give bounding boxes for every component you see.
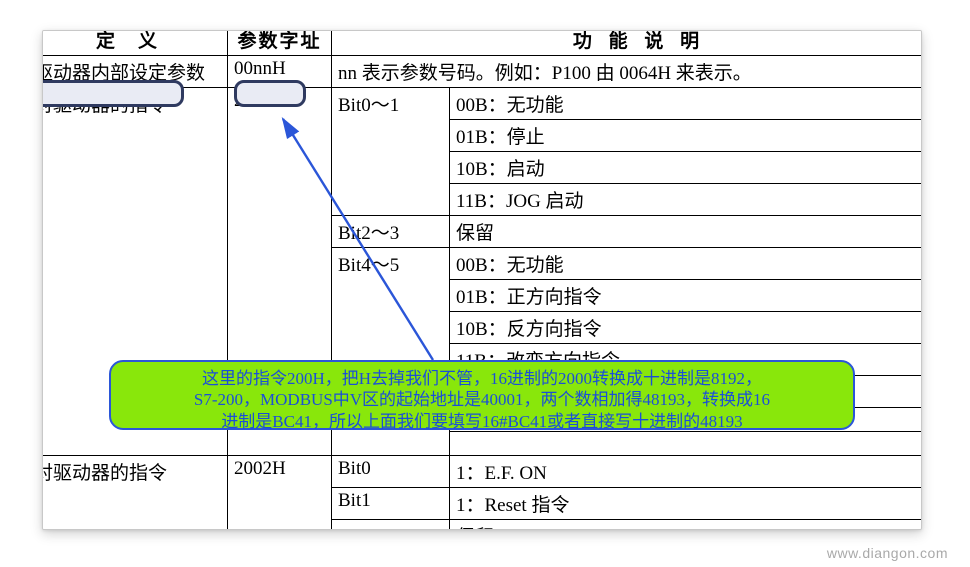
cell-desc: 1：Reset 指令 — [450, 488, 923, 520]
table-row: 对驱动器的指令 2000H Bit0～1 00B：无功能 — [42, 88, 922, 120]
table-row: 对驱动器的指令 2002H Bit0 1：E.F. ON — [42, 456, 922, 488]
header-definition: 定 义 — [42, 30, 228, 56]
cell-bit: Bit1 — [332, 488, 450, 520]
cell-desc: 01B：停止 — [450, 120, 923, 152]
table-row: 驱动器内部设定参数 00nnH nn 表示参数号码。例如：P100 由 0064… — [42, 56, 922, 88]
watermark-text: www.diangon.com — [827, 545, 948, 561]
cell-desc: 10B：反方向指令 — [450, 312, 923, 344]
cell-desc: 00B：无功能 — [450, 88, 923, 120]
cell-def: 对驱动器的指令 — [42, 456, 228, 531]
cell-desc: 01B：正方向指令 — [450, 280, 923, 312]
cell-bit: Bit2～15 — [332, 520, 450, 531]
cell-bit: Bit2～3 — [332, 216, 450, 248]
callout-line: S7-200，MODBUS中V区的起始地址是40001，两个数相加得48193，… — [123, 389, 841, 410]
callout-line: 这里的指令200H，把H去掉我们不管，16进制的2000转换成十进制是8192， — [123, 368, 841, 389]
cell-addr: 2002H — [228, 456, 332, 531]
cell-desc: nn 表示参数号码。例如：P100 由 0064H 来表示。 — [332, 56, 923, 88]
cell-addr: 00nnH — [228, 56, 332, 88]
annotation-callout: 这里的指令200H，把H去掉我们不管，16进制的2000转换成十进制是8192，… — [109, 360, 855, 430]
cell-desc: 保留 — [450, 216, 923, 248]
cell-desc: 00B：无功能 — [450, 248, 923, 280]
cell-desc: 10B：启动 — [450, 152, 923, 184]
cell-desc: 1：E.F. ON — [450, 456, 923, 488]
cell-bit: Bit0 — [332, 456, 450, 488]
header-address: 参数字址 — [228, 30, 332, 56]
cell-desc — [450, 432, 923, 456]
cell-bit: Bit4～5 — [332, 248, 450, 376]
table-header-row: 定 义 参数字址 功 能 说 明 — [42, 30, 922, 56]
callout-line: 进制是BC41，所以上面我们要填写16#BC41或者直接写十进制的48193 — [123, 411, 841, 432]
table-wrap: 定 义 参数字址 功 能 说 明 驱动器内部设定参数 00nnH nn 表示参数… — [42, 30, 922, 530]
cell-def: 驱动器内部设定参数 — [42, 56, 228, 88]
cell-bit: Bit0～1 — [332, 88, 450, 216]
document-card: 定 义 参数字址 功 能 说 明 驱动器内部设定参数 00nnH nn 表示参数… — [42, 30, 922, 530]
cell-desc: 11B：JOG 启动 — [450, 184, 923, 216]
register-table: 定 义 参数字址 功 能 说 明 驱动器内部设定参数 00nnH nn 表示参数… — [42, 30, 922, 530]
cell-desc: 保留 — [450, 520, 923, 531]
header-function: 功 能 说 明 — [332, 30, 923, 56]
